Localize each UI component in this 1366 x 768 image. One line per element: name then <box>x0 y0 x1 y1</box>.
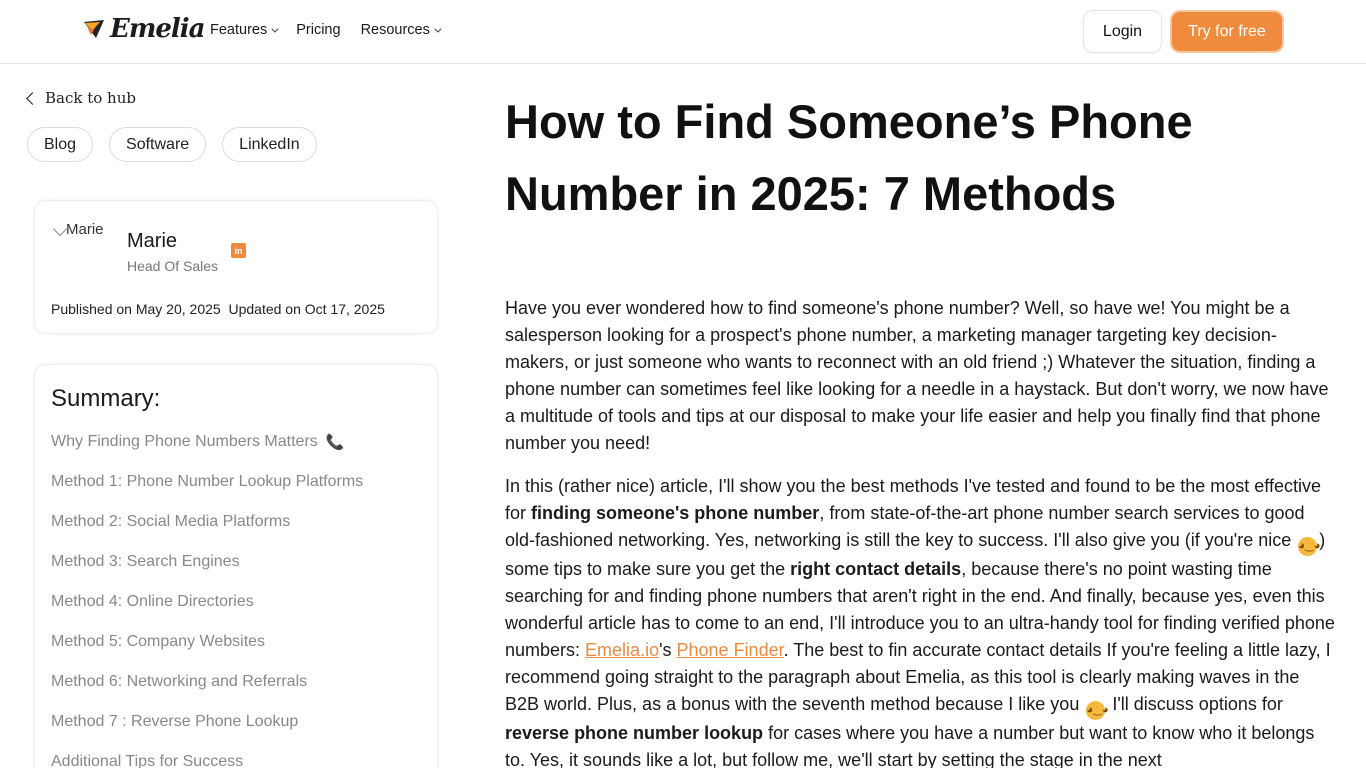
back-to-hub-label: Back to hub <box>45 89 136 107</box>
nav-features[interactable]: Features <box>210 22 279 38</box>
login-button[interactable]: Login <box>1083 10 1162 53</box>
nav-pricing-label: Pricing <box>296 22 341 38</box>
avatar: Marie <box>52 221 117 265</box>
text-run: I'll discuss options for <box>1107 694 1283 714</box>
summary-item-label: Additional Tips for Success <box>51 753 244 768</box>
updated-date: Updated on Oct 17, 2025 <box>228 301 385 317</box>
summary-item[interactable]: Method 3: Search Engines <box>51 553 363 593</box>
summary-card: Summary: Why Finding Phone Numbers Matte… <box>34 364 438 768</box>
phone-finder-link[interactable]: Phone Finder <box>677 640 784 660</box>
author-name: Marie <box>127 230 178 252</box>
nav-resources-label: Resources <box>360 22 430 38</box>
summary-item[interactable]: Method 2: Social Media Platforms <box>51 513 363 553</box>
grinning-emoji-icon: ◕‿◕ <box>1298 537 1320 556</box>
logo-mark-icon <box>82 16 108 42</box>
text-run: 's <box>659 640 677 660</box>
phone-icon: 📞 <box>325 434 345 451</box>
tag-linkedin[interactable]: LinkedIn <box>222 127 317 162</box>
chevron-down-icon <box>434 25 442 33</box>
nav-features-label: Features <box>210 22 268 38</box>
nav-resources[interactable]: Resources <box>360 22 442 38</box>
publish-dates: Published on May 20, 2025 Updated on Oct… <box>51 301 385 317</box>
tag-software[interactable]: Software <box>109 127 207 162</box>
broken-image-icon <box>52 221 68 237</box>
summary-list: Why Finding Phone Numbers Matters 📞 Metho… <box>51 433 363 768</box>
chevron-left-icon <box>26 91 39 105</box>
logo[interactable]: Emelia <box>82 14 205 44</box>
bold-text: finding someone's phone number <box>531 503 820 523</box>
summary-item[interactable]: Why Finding Phone Numbers Matters 📞 <box>51 433 363 473</box>
nav-pricing[interactable]: Pricing <box>296 22 340 38</box>
main-nav: Features Pricing Resources <box>210 22 459 38</box>
published-date: Published on May 20, 2025 <box>51 301 221 317</box>
bold-text: reverse phone number lookup <box>505 723 764 743</box>
summary-item-label: Method 7 : Reverse Phone Lookup <box>51 713 299 730</box>
article-paragraph-1: Have you ever wondered how to find someo… <box>505 298 1329 453</box>
article-title: How to Find Someone’s Phone Number in 20… <box>505 95 1193 220</box>
summary-item-label: Method 2: Social Media Platforms <box>51 513 291 530</box>
bold-text: right contact details <box>790 559 962 579</box>
top-header: Emelia Features Pricing Resources Login … <box>0 0 1366 64</box>
summary-item[interactable]: Method 5: Company Websites <box>51 633 363 673</box>
summary-item-label: Method 3: Search Engines <box>51 553 240 570</box>
summary-item[interactable]: Additional Tips for Success <box>51 753 363 768</box>
try-for-free-button[interactable]: Try for free <box>1170 10 1284 53</box>
article-paragraph-2: In this (rather nice) article, I'll show… <box>505 473 1335 768</box>
author-role: Head Of Sales <box>127 258 219 274</box>
summary-title: Summary: <box>51 385 161 412</box>
emelia-link[interactable]: Emelia.io <box>585 640 659 660</box>
article-body: Have you ever wondered how to find someo… <box>505 295 1335 768</box>
summary-item[interactable]: Method 6: Networking and Referrals <box>51 673 363 713</box>
summary-item-label: Why Finding Phone Numbers Matters <box>51 433 318 450</box>
summary-item-label: Method 5: Company Websites <box>51 633 266 650</box>
logo-text: Emelia <box>110 14 205 44</box>
summary-item-label: Method 1: Phone Number Lookup Platforms <box>51 473 364 490</box>
smiling-emoji-icon: ◕‿◕ <box>1086 701 1108 720</box>
summary-item-label: Method 6: Networking and Referrals <box>51 673 308 690</box>
summary-item[interactable]: Method 7 : Reverse Phone Lookup <box>51 713 363 753</box>
summary-item-label: Method 4: Online Directories <box>51 593 254 610</box>
summary-item[interactable]: Method 1: Phone Number Lookup Platforms <box>51 473 363 513</box>
tag-blog[interactable]: Blog <box>27 127 94 162</box>
author-card: Marie Marie Head Of Sales in Published o… <box>34 200 438 334</box>
chevron-down-icon <box>271 25 279 33</box>
summary-item[interactable]: Method 4: Online Directories <box>51 593 363 633</box>
avatar-alt-text: Marie <box>66 221 104 238</box>
linkedin-icon[interactable]: in <box>231 243 246 258</box>
back-to-hub-link[interactable]: Back to hub <box>26 89 136 107</box>
tag-list: Blog Software LinkedIn <box>27 127 317 162</box>
